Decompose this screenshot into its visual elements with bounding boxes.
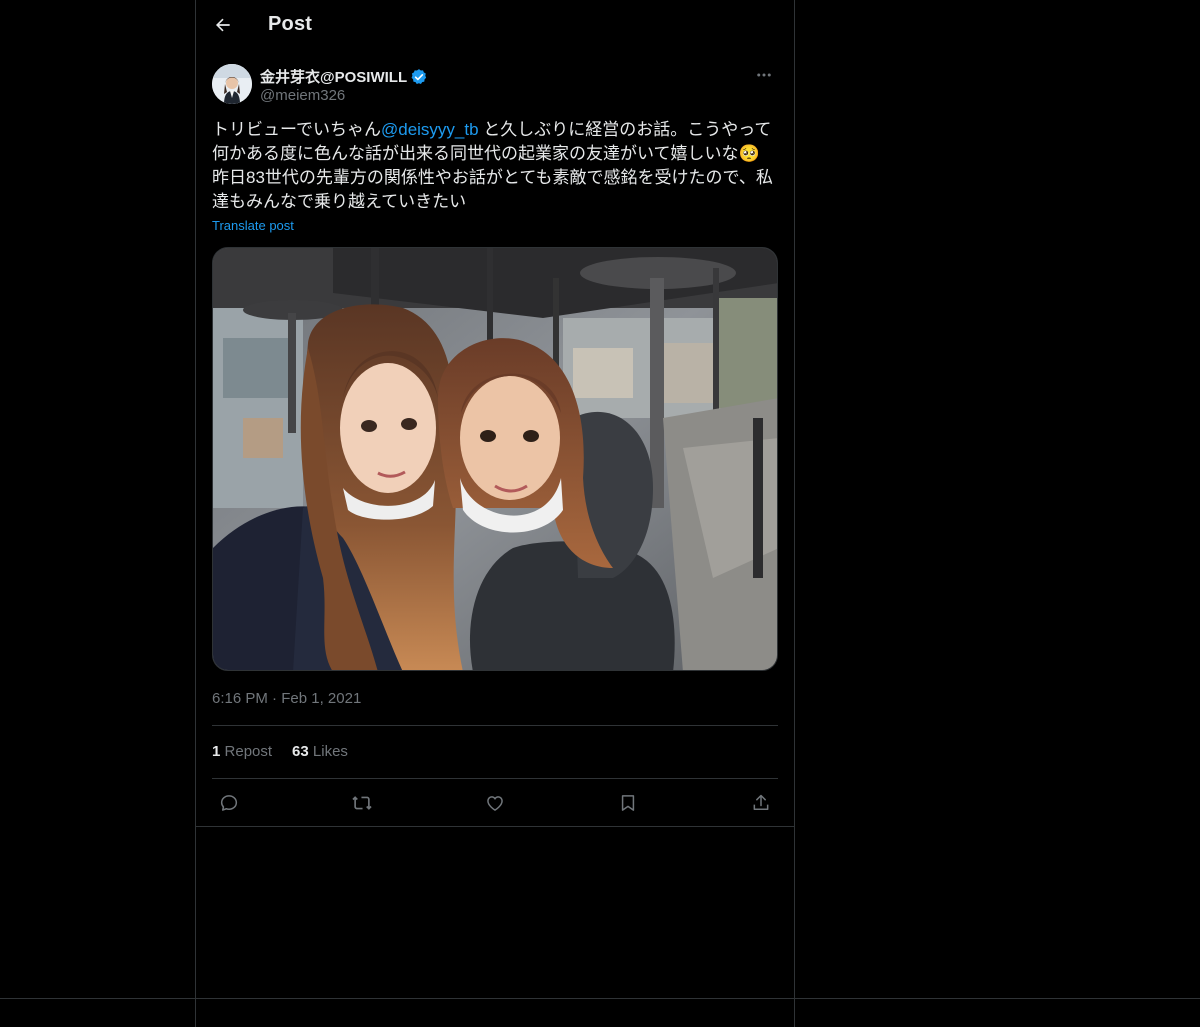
post-text-part3: 昨日83世代の先輩方の関係性やお話がとても素敵で感銘を受けたので、私達もみんなで… xyxy=(212,168,773,211)
translate-post-link[interactable]: Translate post xyxy=(212,218,294,233)
arrow-left-icon xyxy=(216,18,230,32)
avatar[interactable] xyxy=(212,64,252,104)
post-stats: 1 Repost 63 Likes xyxy=(212,743,348,760)
repost-button[interactable] xyxy=(345,786,379,820)
post-time: 6:16 PM xyxy=(212,690,268,707)
like-button[interactable] xyxy=(478,786,512,820)
bookmark-icon xyxy=(621,795,635,811)
share-button[interactable] xyxy=(744,786,778,820)
share-icon xyxy=(753,794,769,810)
reposts-count: 1 xyxy=(212,743,221,760)
back-button[interactable] xyxy=(208,10,238,40)
likes-stat[interactable]: 63 Likes xyxy=(292,743,348,760)
post-text: トリビューでいちゃん@deisyyy_tb と久しぶりに経営のお話。こうやって何… xyxy=(212,118,778,214)
author-handle[interactable]: @meiem326 xyxy=(260,87,345,104)
reposts-stat[interactable]: 1 Repost xyxy=(212,743,272,760)
photo-image xyxy=(213,248,777,670)
action-bar xyxy=(212,786,778,820)
likes-label: Likes xyxy=(312,743,348,760)
repost-icon xyxy=(352,796,372,810)
divider-top xyxy=(212,725,778,726)
page-bottom-divider xyxy=(0,998,1200,999)
bookmark-button[interactable] xyxy=(611,786,645,820)
mention-link[interactable]: @deisyyy_tb xyxy=(381,120,479,139)
reply-icon xyxy=(220,795,238,811)
like-icon xyxy=(487,796,503,811)
app-frame: Post 金井芽衣@POSIWILL @meiem326 トリビューでいちゃん@… xyxy=(0,0,1200,1027)
divider-middle xyxy=(212,778,778,779)
page-header: Post xyxy=(196,0,794,53)
more-options-button[interactable] xyxy=(750,64,778,86)
more-horizontal-icon xyxy=(757,73,771,77)
reposts-label: Repost xyxy=(224,743,273,760)
timestamp-separator: · xyxy=(272,690,278,707)
pleading-face-emoji-icon: 🥺 xyxy=(738,144,760,163)
post-text-part1: トリビューでいちゃん xyxy=(212,120,381,139)
post-author: 金井芽衣@POSIWILL @meiem326 xyxy=(212,64,778,108)
post-date: Feb 1, 2021 xyxy=(281,690,362,707)
post-bottom-divider xyxy=(196,826,794,827)
display-name[interactable]: 金井芽衣@POSIWILL xyxy=(260,66,407,87)
reply-button[interactable] xyxy=(212,786,246,820)
page-title: Post xyxy=(268,13,313,35)
avatar-image xyxy=(212,64,252,104)
display-name-row: 金井芽衣@POSIWILL xyxy=(260,66,428,87)
likes-count: 63 xyxy=(292,743,309,760)
post-timestamp[interactable]: 6:16 PM · Feb 1, 2021 xyxy=(212,690,361,707)
primary-column: Post 金井芽衣@POSIWILL @meiem326 トリビューでいちゃん@… xyxy=(195,0,795,1027)
verified-badge-icon xyxy=(411,68,427,84)
post-photo[interactable] xyxy=(212,247,778,671)
